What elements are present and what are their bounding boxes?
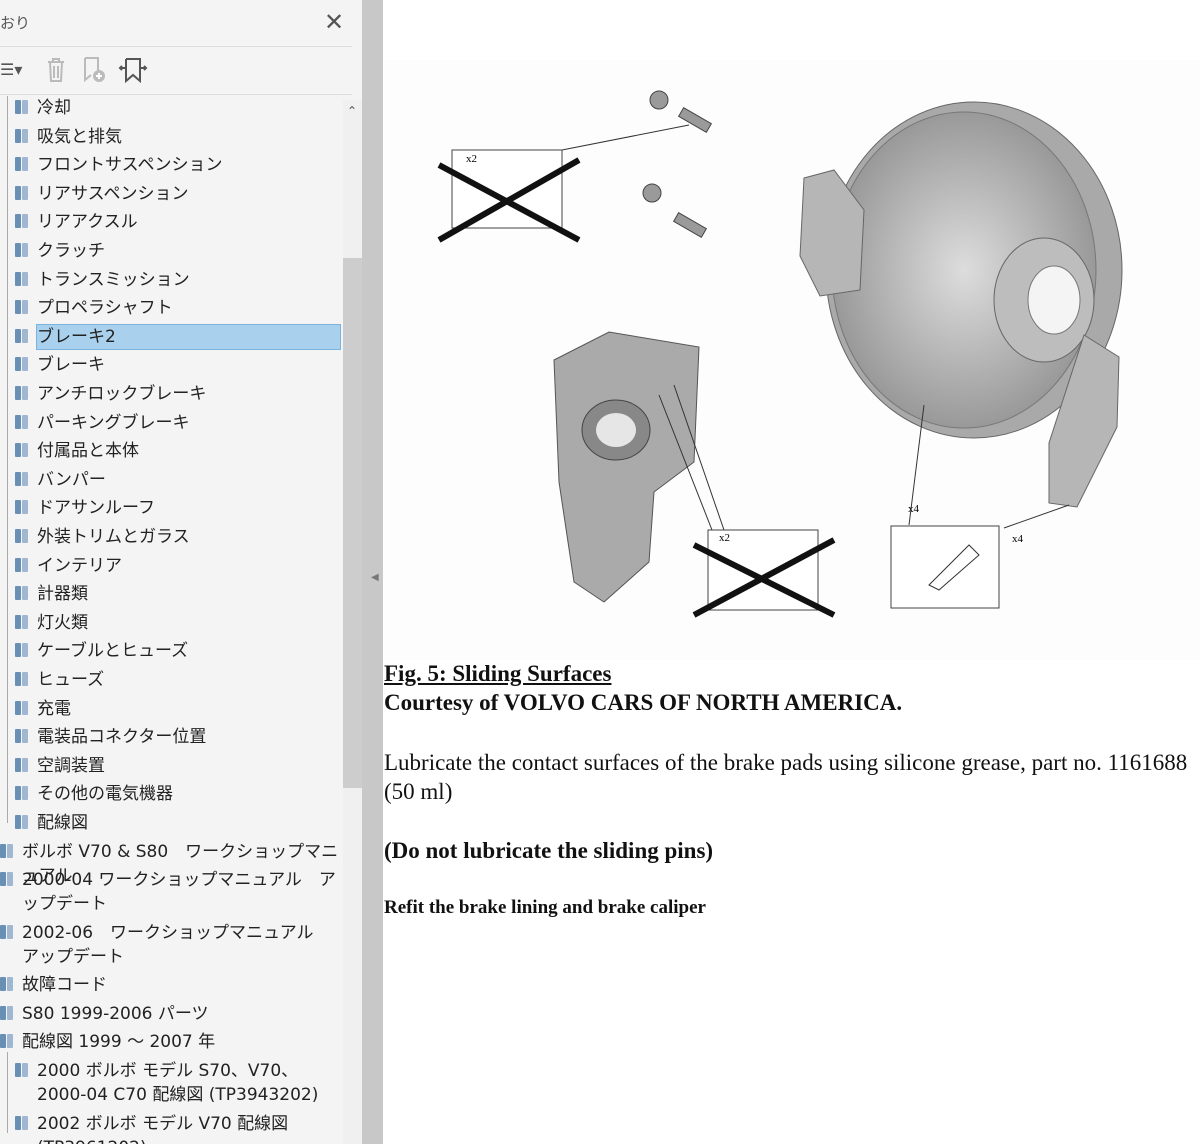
bookmark-icon	[15, 185, 29, 202]
bookmark-label: 2002 ボルボ モデル V70 配線図 (TP3961202)	[37, 1113, 289, 1144]
bookmark-label: トランスミッション	[37, 269, 190, 290]
bookmark-label: プロペラシャフト	[37, 298, 173, 319]
bookmark-label: 空調装置	[37, 755, 105, 776]
bookmark-label: インテリア	[37, 555, 122, 576]
bookmark-icon	[15, 643, 29, 659]
quantity-label: x2	[466, 153, 477, 165]
bookmark-label: クラッチ	[37, 241, 105, 261]
bookmark-icon	[15, 414, 29, 431]
bookmark-icon	[15, 1115, 29, 1132]
scrollbar[interactable]: ⌃	[343, 100, 362, 1144]
bookmark-icon	[15, 243, 29, 259]
close-icon[interactable]: ✕	[324, 8, 344, 36]
bookmark-label: フロントサスペンション	[37, 155, 223, 176]
bookmark-icon	[15, 529, 29, 545]
instruction-text: Lubricate the contact surfaces of the br…	[384, 750, 1188, 804]
bookmark-icon	[15, 786, 29, 802]
bookmark-label: 2002-06 ワークショップマニュアル アップデート	[22, 922, 331, 967]
no-grease-box: x2	[437, 149, 581, 243]
bookmark-icon	[0, 1034, 14, 1050]
bookmark-icon	[15, 471, 29, 488]
bookmark-label: バンパー	[37, 469, 106, 490]
bookmark-icon	[15, 672, 29, 688]
bookmark-label: ドアサンルーフ	[37, 498, 155, 519]
bookmark-icon	[15, 586, 29, 602]
bookmark-icon	[15, 271, 29, 288]
bookmark-icon	[15, 557, 29, 574]
bookmark-tree: 冷却吸気と排気フロントサスペンション リアサスペンション リアアクスル クラッチトラン…	[0, 96, 343, 1144]
document-page: x2 x2 x4 x4 Fig. 5: Sliding Surfaces Cou…	[384, 0, 1200, 1144]
bookmark-icon	[15, 757, 29, 774]
bookmark-icon	[0, 924, 14, 941]
figure-courtesy: Courtesy of VOLVO CARS OF NORTH AMERICA.	[384, 690, 903, 715]
scrollbar-thumb[interactable]	[343, 258, 362, 788]
bookmark-label: 2000-04 ワークショップマニュアル アップデート	[22, 870, 336, 915]
bookmark-icon	[15, 328, 29, 345]
scroll-up-icon[interactable]: ⌃	[347, 104, 357, 118]
bookmark-label: 灯火類	[37, 612, 88, 633]
bookmark-icon	[15, 357, 29, 373]
bookmark-icon	[15, 815, 29, 831]
bookmark-label: ヒューズ	[37, 670, 105, 690]
bookmark-label: 吸気と排気	[37, 126, 122, 147]
expand-bookmark-icon[interactable]	[118, 56, 148, 89]
quantity-label: x4	[908, 503, 920, 515]
bookmark-label: 付属品と本体	[37, 441, 139, 462]
bookmark-icon	[0, 977, 14, 993]
bookmark-icon	[15, 214, 29, 230]
bookmark-icon	[15, 443, 29, 459]
bookmark-label: 冷却	[37, 98, 71, 118]
bookmark-icon	[15, 1063, 29, 1079]
bookmark-icon	[15, 128, 29, 145]
bookmark-label: 計器類	[37, 584, 88, 605]
delete-bookmark-icon[interactable]	[44, 56, 68, 89]
tree-line	[7, 1052, 8, 1134]
bookmark-icon	[15, 100, 29, 116]
figure-caption: Fig. 5: Sliding Surfaces	[384, 661, 612, 686]
bookmark-label: パーキングブレーキ	[37, 412, 190, 433]
bookmark-label: アンチロックブレーキ	[37, 384, 207, 404]
bookmark-icon	[0, 872, 14, 888]
bookmark-icon	[15, 300, 29, 316]
bookmark-icon	[15, 614, 29, 631]
step-heading: Refit the brake lining and brake caliper	[384, 897, 706, 918]
bookmark-label: ブレーキ2	[36, 323, 341, 350]
bookmark-icon	[15, 386, 29, 402]
no-grease-box: x2	[692, 529, 836, 618]
bookmark-label: 配線図 1999 ～ 2007 年	[22, 1032, 216, 1053]
quantity-label: x4	[1012, 533, 1024, 545]
tree-line	[7, 96, 8, 823]
bookmark-icon	[15, 729, 29, 745]
panel-title: おり	[0, 14, 31, 32]
bookmark-icon	[15, 500, 29, 516]
bookmark-label: S80 1999-2006 パーツ	[22, 1003, 209, 1024]
bookmark-label: 故障コード	[22, 975, 107, 996]
bookmark-label: 配線図	[37, 813, 88, 833]
bookmarks-panel: おり ✕ ☰▾ 冷却吸気と排気フロントサスペンション リアサスペンション リアアクス…	[0, 0, 362, 1144]
collapse-panel-icon[interactable]: ◀	[371, 572, 379, 583]
warning-text: (Do not lubricate the sliding pins)	[384, 838, 714, 863]
bookmark-icon	[0, 843, 14, 860]
bookmark-label: リアアクスル	[37, 212, 138, 233]
divider	[0, 46, 352, 47]
bookmark-label: 電装品コネクター位置	[37, 727, 207, 748]
brake-assembly-figure: x2 x2 x4 x4	[384, 60, 1200, 660]
bookmark-label: 2000 ボルボ モデル S70、V70、2000-04 C70 配線図 (TP…	[37, 1061, 319, 1105]
bookmark-label: ケーブルとヒューズ	[37, 641, 189, 662]
quantity-label: x2	[719, 532, 730, 544]
bookmark-label: ブレーキ	[37, 355, 105, 376]
bookmark-label: 外装トリムとガラス	[37, 527, 190, 547]
bookmark-icon	[15, 157, 29, 173]
bookmark-label: リアサスペンション	[37, 183, 189, 204]
new-bookmark-icon[interactable]	[82, 56, 108, 89]
bookmark-label: 充電	[37, 698, 71, 719]
bookmark-label: その他の電気機器	[37, 784, 173, 805]
divider	[0, 94, 352, 95]
bookmark-icon	[15, 700, 29, 717]
options-menu-icon[interactable]: ☰▾	[0, 60, 22, 79]
bookmark-icon	[0, 1005, 14, 1022]
